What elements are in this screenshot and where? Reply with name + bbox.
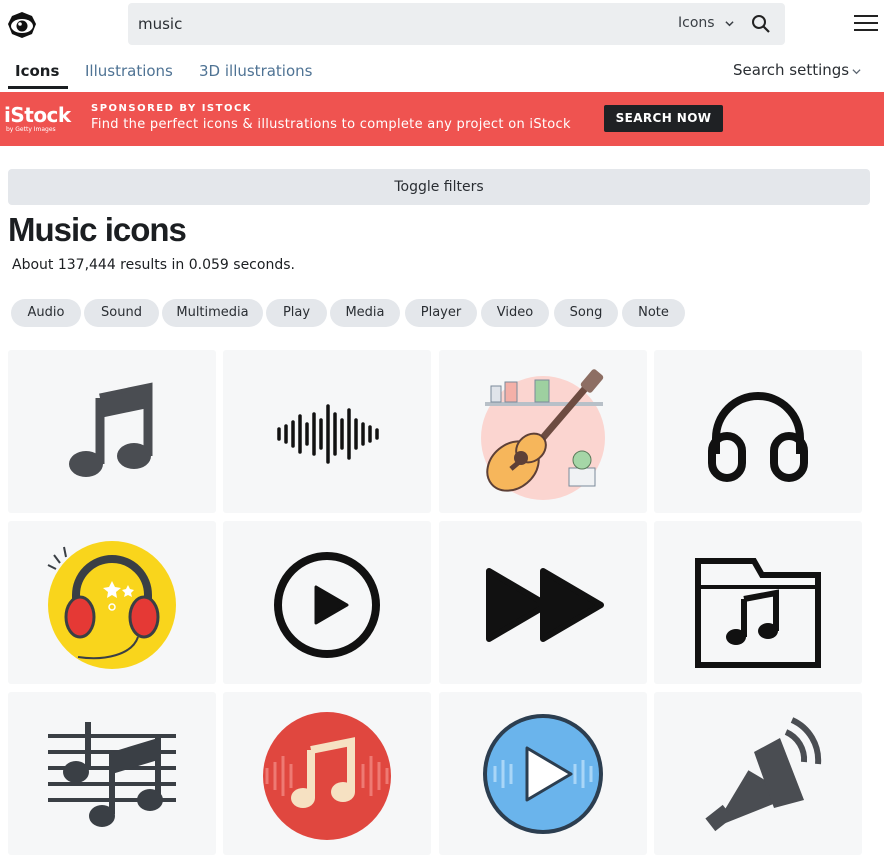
tag-chip[interactable]: Note (622, 299, 685, 327)
page-title: Music icons (8, 211, 187, 248)
tab-3d-illustrations[interactable]: 3D illustrations (199, 62, 312, 80)
logo-eye-icon[interactable] (6, 8, 38, 40)
results-count: About 137,444 results in 0.059 seconds. (12, 257, 295, 273)
sponsored-banner[interactable]: iStock by Getty Images SPONSORED BY ISTO… (0, 92, 884, 146)
active-tab-indicator (8, 86, 68, 89)
tag-chip[interactable]: Media (330, 299, 400, 327)
red-music-note-icon (263, 712, 391, 840)
tab-illustrations[interactable]: Illustrations (85, 62, 173, 80)
headphones-icon (708, 392, 808, 482)
search-settings-button[interactable]: Search settings (733, 61, 849, 79)
tab-icons[interactable]: Icons (15, 62, 59, 80)
chevron-down-icon[interactable] (725, 19, 734, 28)
icon-card[interactable] (223, 521, 431, 684)
tag-chip[interactable]: Multimedia (162, 299, 263, 327)
search-type-select[interactable]: Icons (678, 15, 715, 31)
icon-card[interactable] (654, 350, 862, 513)
music-folder-icon (695, 558, 821, 668)
tag-chip[interactable]: Audio (11, 299, 81, 327)
search-bar: music Icons (128, 3, 785, 45)
tab-bar: Icons Illustrations 3D illustrations Sea… (0, 52, 884, 90)
play-circle-icon (274, 552, 380, 658)
search-input[interactable]: music (138, 15, 182, 33)
tag-chip[interactable]: Song (554, 299, 618, 327)
icon-card[interactable] (654, 692, 862, 855)
fast-forward-icon (486, 568, 604, 642)
banner-text: Find the perfect icons & illustrations t… (91, 117, 571, 132)
icon-card[interactable] (439, 521, 647, 684)
istock-logo-subtitle: by Getty Images (6, 126, 56, 133)
search-icon[interactable] (751, 14, 771, 34)
icon-card[interactable] (439, 692, 647, 855)
icon-card[interactable] (223, 350, 431, 513)
icon-card[interactable] (8, 521, 216, 684)
yellow-headphones-icon (47, 541, 176, 669)
toggle-filters-button[interactable]: Toggle filters (8, 169, 870, 205)
tag-chip[interactable]: Player (405, 299, 477, 327)
sheet-music-icon (48, 722, 176, 827)
music-notes-icon (69, 382, 153, 477)
icon-card[interactable] (223, 692, 431, 855)
chevron-down-icon[interactable] (852, 67, 861, 76)
guitar-illustration-icon (481, 369, 605, 500)
search-now-button[interactable]: SEARCH NOW (604, 105, 723, 132)
megaphone-icon (705, 717, 822, 832)
sound-wave-icon (277, 404, 379, 464)
icon-card[interactable] (654, 521, 862, 684)
hamburger-menu-icon[interactable] (854, 14, 878, 32)
tag-chip[interactable]: Sound (84, 299, 159, 327)
istock-logo: iStock (4, 103, 71, 127)
tag-chip[interactable]: Play (266, 299, 327, 327)
icon-card[interactable] (8, 692, 216, 855)
blue-play-circle-icon (483, 714, 603, 834)
icon-card[interactable] (8, 350, 216, 513)
icon-card[interactable] (439, 350, 647, 513)
sponsored-label: SPONSORED BY ISTOCK (91, 103, 253, 114)
tag-chip[interactable]: Video (481, 299, 549, 327)
top-bar: music Icons (0, 0, 884, 50)
